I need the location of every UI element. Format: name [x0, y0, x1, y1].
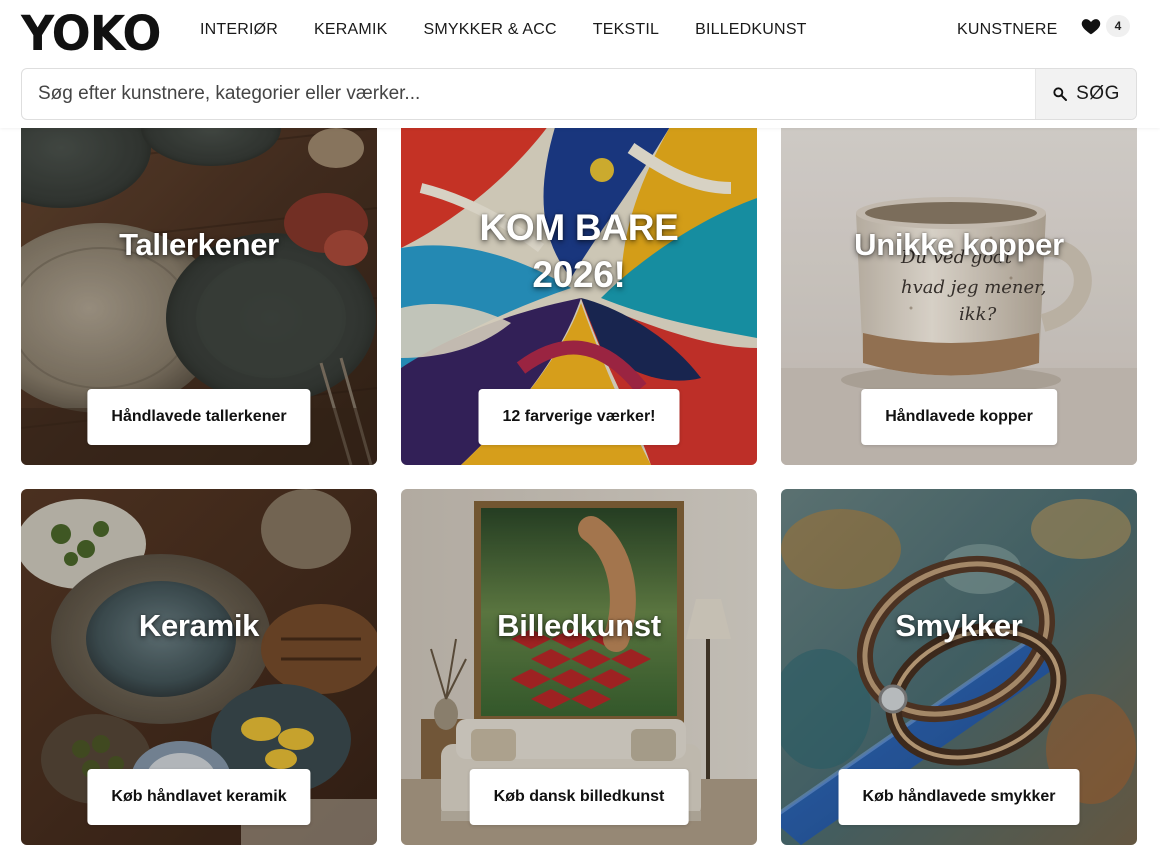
search-button-label: SØG	[1076, 83, 1120, 104]
card-cta-button[interactable]: Håndlavede tallerkener	[87, 389, 311, 445]
category-card-kom-bare[interactable]: KOM BARE 2026! 12 farverige værker!	[401, 108, 757, 465]
category-card-smykker[interactable]: Smykker Køb håndlavede smykker	[781, 489, 1137, 845]
nav-item-kunstnere[interactable]: KUNSTNERE	[957, 19, 1057, 41]
category-card-billedkunst[interactable]: Billedkunst Køb dansk billedkunst	[401, 489, 757, 845]
category-card-tallerkener[interactable]: Tallerkener Håndlavede tallerkener	[21, 108, 377, 465]
card-cta-button[interactable]: Køb håndlavet keramik	[87, 769, 311, 825]
nav-item-billedkunst[interactable]: BILLEDKUNST	[695, 19, 807, 41]
nav-item-keramik[interactable]: KERAMIK	[314, 19, 387, 41]
card-title-line-2: 2026!	[532, 254, 626, 295]
card-cta-button[interactable]: Køb dansk billedkunst	[469, 769, 689, 825]
nav-item-interior[interactable]: INTERIØR	[200, 19, 278, 41]
favorites-count-badge: 4	[1106, 15, 1130, 37]
heart-icon	[1081, 19, 1101, 35]
search-input[interactable]	[22, 69, 1035, 119]
search-icon	[1053, 87, 1068, 101]
site-header: YOKO INTERIØR KERAMIK SMYKKER & ACC TEKS…	[0, 0, 1160, 128]
card-cta-button[interactable]: Håndlavede kopper	[861, 389, 1057, 445]
card-title: Billedkunst	[497, 608, 661, 643]
search-bar: SØG	[21, 68, 1137, 120]
logo[interactable]: YOKO	[21, 5, 161, 62]
logo-text: YOKO	[21, 4, 161, 62]
card-cta-button[interactable]: 12 farverige værker!	[478, 389, 680, 445]
card-title-line-1: KOM BARE	[479, 207, 679, 248]
card-title: Unikke kopper	[854, 227, 1064, 262]
card-cta-button[interactable]: Køb håndlavede smykker	[838, 769, 1080, 825]
card-title: Smykker	[895, 608, 1023, 643]
category-card-keramik[interactable]: Keramik Køb håndlavet keramik	[21, 489, 377, 845]
category-card-unikke-kopper[interactable]: Du ved godt hvad jeg mener, ikk? Unikke …	[781, 108, 1137, 465]
nav-item-smykker[interactable]: SMYKKER & ACC	[423, 19, 556, 41]
favorites-button[interactable]: 4	[1080, 15, 1130, 37]
main-nav: INTERIØR KERAMIK SMYKKER & ACC TEKSTIL B…	[200, 19, 807, 41]
card-title: Tallerkener	[119, 227, 279, 262]
search-button[interactable]: SØG	[1035, 69, 1136, 119]
card-title: KOM BARE 2026!	[401, 204, 757, 298]
nav-item-tekstil[interactable]: TEKSTIL	[593, 19, 659, 41]
card-title: Keramik	[138, 608, 260, 643]
